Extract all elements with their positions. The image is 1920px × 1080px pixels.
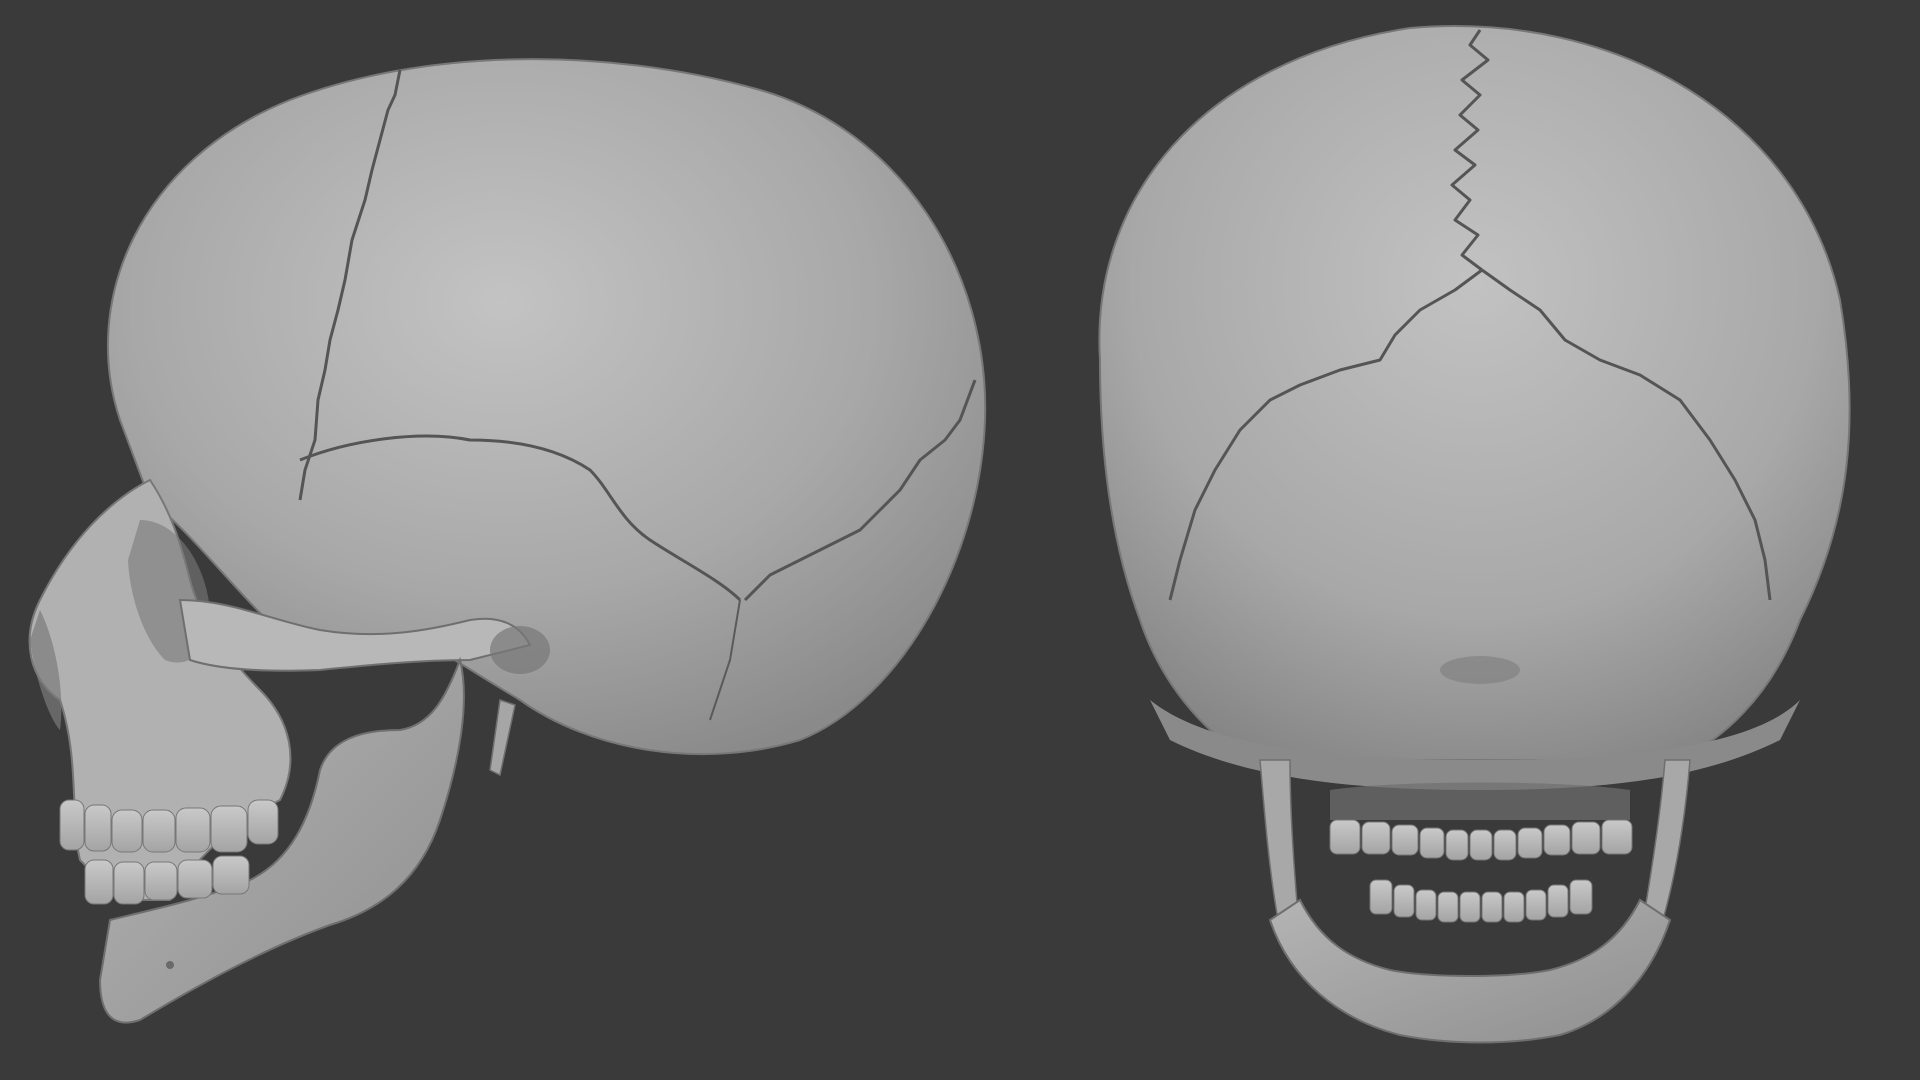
skull-lateral-view[interactable] [28, 58, 987, 1024]
skull-posterior-view[interactable] [1098, 25, 1851, 1044]
render-canvas [28, 25, 1851, 1044]
oral-cavity [1330, 782, 1630, 820]
styloid-process [489, 699, 516, 777]
mental-foramen [166, 961, 174, 969]
occipital-protuberance [1440, 656, 1520, 684]
lower-teeth-posterior [1369, 879, 1593, 923]
upper-teeth-posterior [1329, 819, 1633, 861]
cranium-posterior [1098, 25, 1851, 761]
ear-canal [490, 626, 550, 674]
3d-viewport[interactable] [0, 0, 1920, 1080]
